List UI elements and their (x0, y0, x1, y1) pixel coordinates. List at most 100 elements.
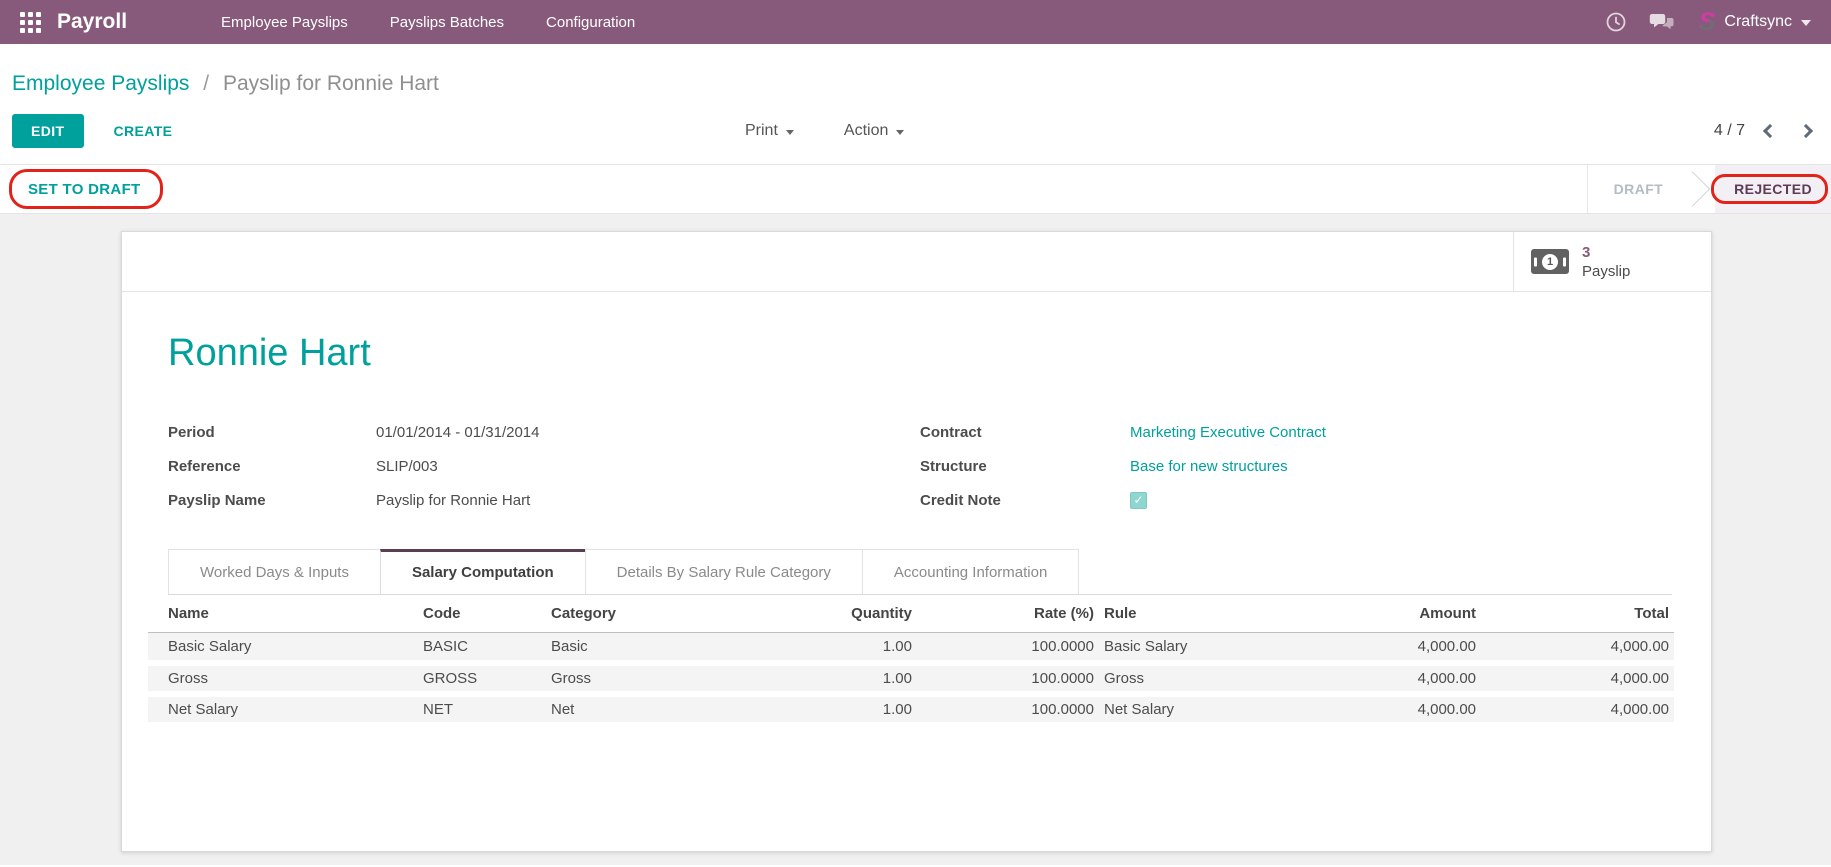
navbar-right: S Craftsync (1597, 3, 1811, 41)
nav-menu-item-configuration[interactable]: Configuration (532, 8, 649, 37)
tab-accounting-information[interactable]: Accounting Information (862, 549, 1079, 594)
action-dropdown[interactable]: Action (838, 121, 910, 141)
table-cell-category: Basic (546, 632, 673, 663)
table-cell-amount: 4,000.00 (1299, 663, 1481, 694)
field-row-payslip-name: Payslip NamePayslip for Ronnie Hart (168, 483, 920, 517)
column-header-amount[interactable]: Amount (1299, 595, 1481, 632)
sheet-body: Ronnie Hart Period01/01/2014 - 01/31/201… (122, 292, 1711, 728)
status-arrow-separator-icon (1689, 165, 1715, 213)
control-panel: EDIT CREATE Print Action 4 / 7 (12, 114, 1811, 148)
money-icon-digit: 1 (1542, 254, 1558, 270)
field-label-period: Period (168, 424, 376, 441)
tab-salary-computation[interactable]: Salary Computation (380, 549, 586, 594)
payslip-stat-button[interactable]: 1 3 Payslip (1513, 232, 1711, 291)
table-cell-name: Net Salary (148, 694, 418, 725)
table-cell-total: 4,000.00 (1481, 632, 1674, 663)
table-cell-rate: 100.0000 (917, 632, 1099, 663)
field-value-structure[interactable]: Base for new structures (1130, 458, 1288, 475)
tab-worked-days-inputs[interactable]: Worked Days & Inputs (168, 549, 381, 594)
field-row-structure: StructureBase for new structures (920, 449, 1672, 483)
table-cell-rate: 100.0000 (917, 663, 1099, 694)
table-cell-code: GROSS (418, 663, 546, 694)
field-value-contract[interactable]: Marketing Executive Contract (1130, 424, 1326, 441)
table-row[interactable]: Net SalaryNETNet1.00100.0000Net Salary4,… (148, 694, 1674, 725)
set-to-draft-button[interactable]: SET TO DRAFT (12, 173, 157, 206)
column-header-code[interactable]: Code (418, 595, 546, 632)
table-cell-rule: Gross (1099, 663, 1299, 694)
table-cell-quantity: 1.00 (673, 632, 917, 663)
field-label-contract: Contract (920, 424, 1130, 441)
column-header-name[interactable]: Name (148, 595, 418, 632)
field-label-structure: Structure (920, 458, 1130, 475)
status-state-draft[interactable]: DRAFT (1588, 165, 1689, 213)
user-menu[interactable]: S Craftsync (1699, 9, 1811, 35)
money-icon: 1 (1531, 249, 1569, 274)
table-cell-category: Gross (546, 663, 673, 694)
column-header-quantity[interactable]: Quantity (673, 595, 917, 632)
nav-menu-item-payslips-batches[interactable]: Payslips Batches (376, 8, 518, 37)
table-cell-total: 4,000.00 (1481, 694, 1674, 725)
field-value-payslip-name: Payslip for Ronnie Hart (376, 492, 530, 509)
table-cell-category: Net (546, 694, 673, 725)
stat-button-count: 3 (1582, 243, 1630, 262)
stat-button-texts: 3 Payslip (1582, 243, 1630, 281)
chat-icon[interactable] (1643, 3, 1681, 41)
create-button[interactable]: CREATE (108, 122, 179, 140)
field-groups: Period01/01/2014 - 01/31/2014ReferenceSL… (168, 415, 1672, 517)
apps-grid-icon[interactable] (20, 12, 41, 33)
table-cell-rule: Net Salary (1099, 694, 1299, 725)
pager-next-icon[interactable] (1799, 124, 1813, 138)
table-row[interactable]: GrossGROSSGross1.00100.0000Gross4,000.00… (148, 663, 1674, 694)
table-cell-amount: 4,000.00 (1299, 632, 1481, 663)
field-row-reference: ReferenceSLIP/003 (168, 449, 920, 483)
print-dropdown[interactable]: Print (739, 121, 800, 141)
form-sheet: 1 3 Payslip Ronnie Hart Period01/01/2014… (121, 231, 1712, 852)
field-label-credit-note: Credit Note (920, 492, 1130, 509)
user-name: Craftsync (1724, 13, 1792, 31)
nav-menu-item-employee-payslips[interactable]: Employee Payslips (207, 8, 362, 37)
table-cell-quantity: 1.00 (673, 694, 917, 725)
table-row[interactable]: Basic SalaryBASICBasic1.00100.0000Basic … (148, 632, 1674, 663)
breadcrumb-parent-link[interactable]: Employee Payslips (12, 72, 189, 95)
pager-count[interactable]: 4 / 7 (1714, 122, 1745, 140)
field-label-reference: Reference (168, 458, 376, 475)
table-header-row: NameCodeCategoryQuantityRate (%)RuleAmou… (148, 595, 1674, 632)
column-header-category[interactable]: Category (546, 595, 673, 632)
field-row-contract: ContractMarketing Executive Contract (920, 415, 1672, 449)
field-group-right: ContractMarketing Executive ContractStru… (920, 415, 1672, 517)
field-value-reference: SLIP/003 (376, 458, 438, 475)
pager-previous-icon[interactable] (1763, 124, 1777, 138)
breadcrumb-current: Payslip for Ronnie Hart (223, 72, 439, 95)
edit-button[interactable]: EDIT (12, 114, 84, 148)
column-header-rule[interactable]: Rule (1099, 595, 1299, 632)
record-title: Ronnie Hart (168, 332, 1672, 375)
field-group-left: Period01/01/2014 - 01/31/2014ReferenceSL… (168, 415, 920, 517)
column-header-rate[interactable]: Rate (%) (917, 595, 1099, 632)
table-cell-name: Gross (148, 663, 418, 694)
tab-details-by-salary-rule-category[interactable]: Details By Salary Rule Category (585, 549, 863, 594)
status-state-label: DRAFT (1614, 181, 1663, 197)
app-name[interactable]: Payroll (57, 10, 127, 34)
checkbox-credit-note[interactable]: ✓ (1130, 492, 1147, 509)
table-cell-amount: 4,000.00 (1299, 694, 1481, 725)
field-label-payslip-name: Payslip Name (168, 492, 376, 509)
clock-icon[interactable] (1597, 3, 1635, 41)
status-state-rejected[interactable]: REJECTED (1715, 165, 1831, 213)
top-navbar: Payroll Employee Payslips Payslips Batche… (0, 0, 1831, 44)
content-area: 1 3 Payslip Ronnie Hart Period01/01/2014… (0, 214, 1831, 865)
field-value-period: 01/01/2014 - 01/31/2014 (376, 424, 539, 441)
stat-button-label: Payslip (1582, 262, 1630, 281)
status-state-label: REJECTED (1734, 181, 1812, 197)
column-header-total[interactable]: Total (1481, 595, 1674, 632)
set-to-draft-wrap: SET TO DRAFT (12, 165, 157, 213)
print-label: Print (745, 122, 778, 140)
field-row-credit-note: Credit Note✓ (920, 483, 1672, 517)
table-cell-rate: 100.0000 (917, 694, 1099, 725)
sheet-button-box: 1 3 Payslip (122, 232, 1711, 292)
notebook: Worked Days & InputsSalary ComputationDe… (168, 549, 1672, 728)
notebook-tabs: Worked Days & InputsSalary ComputationDe… (168, 549, 1672, 595)
table-cell-name: Basic Salary (148, 632, 418, 663)
field-row-period: Period01/01/2014 - 01/31/2014 (168, 415, 920, 449)
table-cell-code: NET (418, 694, 546, 725)
company-logo-icon: S (1699, 9, 1716, 35)
